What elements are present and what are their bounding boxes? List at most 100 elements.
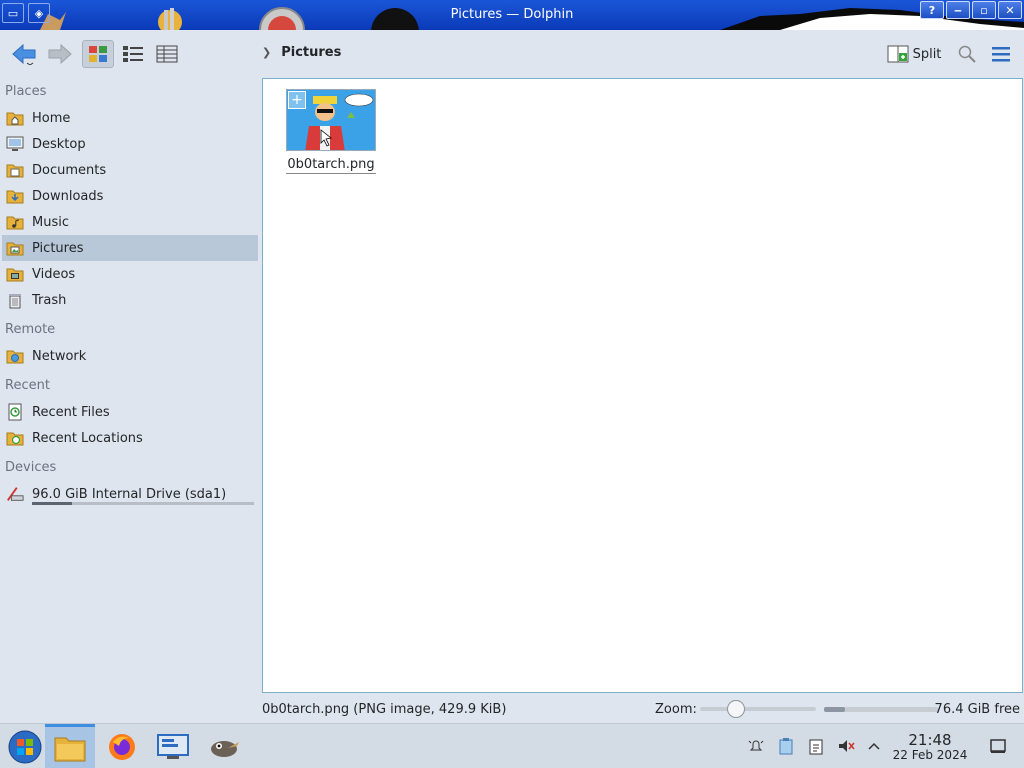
volume-muted-icon[interactable] <box>836 736 856 756</box>
trash-icon <box>6 291 24 309</box>
compact-view-button[interactable] <box>118 40 148 68</box>
zoom-label: Zoom: <box>655 702 697 717</box>
start-menu-button[interactable] <box>0 724 50 768</box>
file-name: 0b0tarch.png <box>286 157 376 174</box>
sidebar-item-label: Recent Locations <box>32 430 143 446</box>
clipboard-icon[interactable] <box>806 736 826 756</box>
select-toggle-icon[interactable]: + <box>288 91 306 109</box>
hamburger-menu-button[interactable] <box>988 40 1014 68</box>
sidebar-item-trash[interactable]: Trash <box>0 287 260 313</box>
hard-drive-icon <box>6 485 24 503</box>
section-remote: Remote <box>5 322 56 337</box>
sidebar-item-label: Recent Files <box>32 404 110 420</box>
sidebar-item-desktop[interactable]: Desktop <box>0 131 260 157</box>
sidebar-item-label: Pictures <box>32 240 84 256</box>
back-button[interactable] <box>8 40 40 68</box>
section-devices: Devices <box>5 460 57 475</box>
recent-files-icon <box>6 403 24 421</box>
sidebar-item-videos[interactable]: Videos <box>0 261 260 287</box>
drive-usage-bar <box>32 502 254 505</box>
compact-view-icon <box>123 46 143 62</box>
split-view-icon <box>887 45 909 63</box>
taskbar-system-settings[interactable] <box>148 724 198 768</box>
taskbar: 21:48 22 Feb 2024 <box>0 723 1024 768</box>
split-button[interactable]: Split <box>886 40 942 68</box>
details-view-button[interactable] <box>152 40 182 68</box>
free-space-fill <box>824 707 845 712</box>
videos-folder-icon <box>6 265 24 283</box>
breadcrumb-item[interactable]: Pictures <box>281 45 341 60</box>
chevron-right-icon: ❯ <box>262 46 272 59</box>
notifications-icon[interactable] <box>746 736 766 756</box>
selection-info: 0b0tarch.png (PNG image, 429.9 KiB) <box>262 701 507 717</box>
sidebar-item-label: Music <box>32 214 69 230</box>
network-folder-icon <box>6 347 24 365</box>
sidebar-item-label: Videos <box>32 266 76 282</box>
sidebar-item-pictures[interactable]: Pictures <box>2 235 258 261</box>
sidebar-item-music[interactable]: Music <box>0 209 260 235</box>
zoom-slider-handle[interactable] <box>727 700 746 718</box>
firefox-icon <box>109 733 135 760</box>
image-thumbnail: + <box>286 89 376 151</box>
home-folder-icon <box>6 109 24 127</box>
show-desktop-icon[interactable] <box>988 736 1008 756</box>
zoom-slider[interactable] <box>700 700 816 718</box>
search-icon <box>958 45 976 63</box>
help-button[interactable]: ? <box>920 1 944 19</box>
window-title: Pictures — Dolphin <box>450 7 574 22</box>
icons-view-button[interactable] <box>82 40 114 68</box>
taskbar-gimp[interactable] <box>199 724 249 768</box>
sidebar-item-network[interactable]: Network <box>0 343 260 369</box>
clipboard-manager-icon[interactable] <box>776 736 796 756</box>
breadcrumb[interactable]: ❯ Pictures <box>262 45 341 60</box>
title-bar[interactable]: ▭ ◈ Pictures — Dolphin ? ‒ ▫ ✕ <box>0 0 1024 30</box>
sidebar-item-recent-locations[interactable]: Recent Locations <box>0 425 260 451</box>
arrow-right-icon <box>48 43 72 65</box>
sidebar-item-internal-drive[interactable]: 96.0 GiB Internal Drive (sda1) <box>0 481 260 507</box>
drive-usage-fill <box>32 502 72 505</box>
pictures-folder-icon <box>6 239 24 257</box>
file-view[interactable]: + 0b0tarch.png <box>262 78 1023 693</box>
downloads-folder-icon <box>6 187 24 205</box>
forward-button[interactable] <box>44 40 76 68</box>
taskbar-firefox[interactable] <box>97 724 147 768</box>
music-folder-icon <box>6 213 24 231</box>
sidebar-item-downloads[interactable]: Downloads <box>0 183 260 209</box>
details-view-icon <box>156 45 178 63</box>
section-recent: Recent <box>5 378 50 393</box>
hamburger-menu-icon <box>992 47 1010 62</box>
desktop-folder-icon <box>6 135 24 153</box>
sidebar-item-documents[interactable]: Documents <box>0 157 260 183</box>
minimize-button[interactable]: ‒ <box>946 1 970 19</box>
folder-icon <box>54 737 86 762</box>
gimp-icon <box>211 740 239 757</box>
free-space-bar[interactable] <box>824 707 938 712</box>
toolbar: ❯ Pictures Split <box>0 30 1024 78</box>
section-places: Places <box>5 84 47 99</box>
chevron-up-icon[interactable] <box>864 736 884 756</box>
recent-locations-icon <box>6 429 24 447</box>
settings-monitor-icon <box>157 733 189 759</box>
icon-view-icon <box>89 46 107 62</box>
arrow-left-icon <box>12 43 36 65</box>
close-button[interactable]: ✕ <box>998 1 1022 19</box>
sidebar-item-label: Documents <box>32 162 107 178</box>
clock-date: 22 Feb 2024 <box>892 748 968 762</box>
sidebar-item-label: 96.0 GiB Internal Drive (sda1) <box>32 486 227 502</box>
sidebar-item-label: Trash <box>32 292 67 308</box>
start-orb-icon <box>8 730 42 763</box>
free-space-label: 76.4 GiB free <box>934 702 1020 717</box>
places-panel: Places Home Desktop Documents Downloads … <box>0 78 260 718</box>
sidebar-item-label: Downloads <box>32 188 104 204</box>
search-button[interactable] <box>954 40 980 68</box>
clock[interactable]: 21:48 22 Feb 2024 <box>890 732 970 762</box>
sidebar-item-label: Desktop <box>32 136 86 152</box>
sidebar-item-home[interactable]: Home <box>0 105 260 131</box>
split-label: Split <box>912 46 942 62</box>
documents-folder-icon <box>6 161 24 179</box>
clock-time: 21:48 <box>908 731 952 749</box>
maximize-button[interactable]: ▫ <box>972 1 996 19</box>
taskbar-file-manager[interactable] <box>45 724 95 768</box>
file-item[interactable]: + 0b0tarch.png <box>285 89 377 174</box>
sidebar-item-recent-files[interactable]: Recent Files <box>0 399 260 425</box>
